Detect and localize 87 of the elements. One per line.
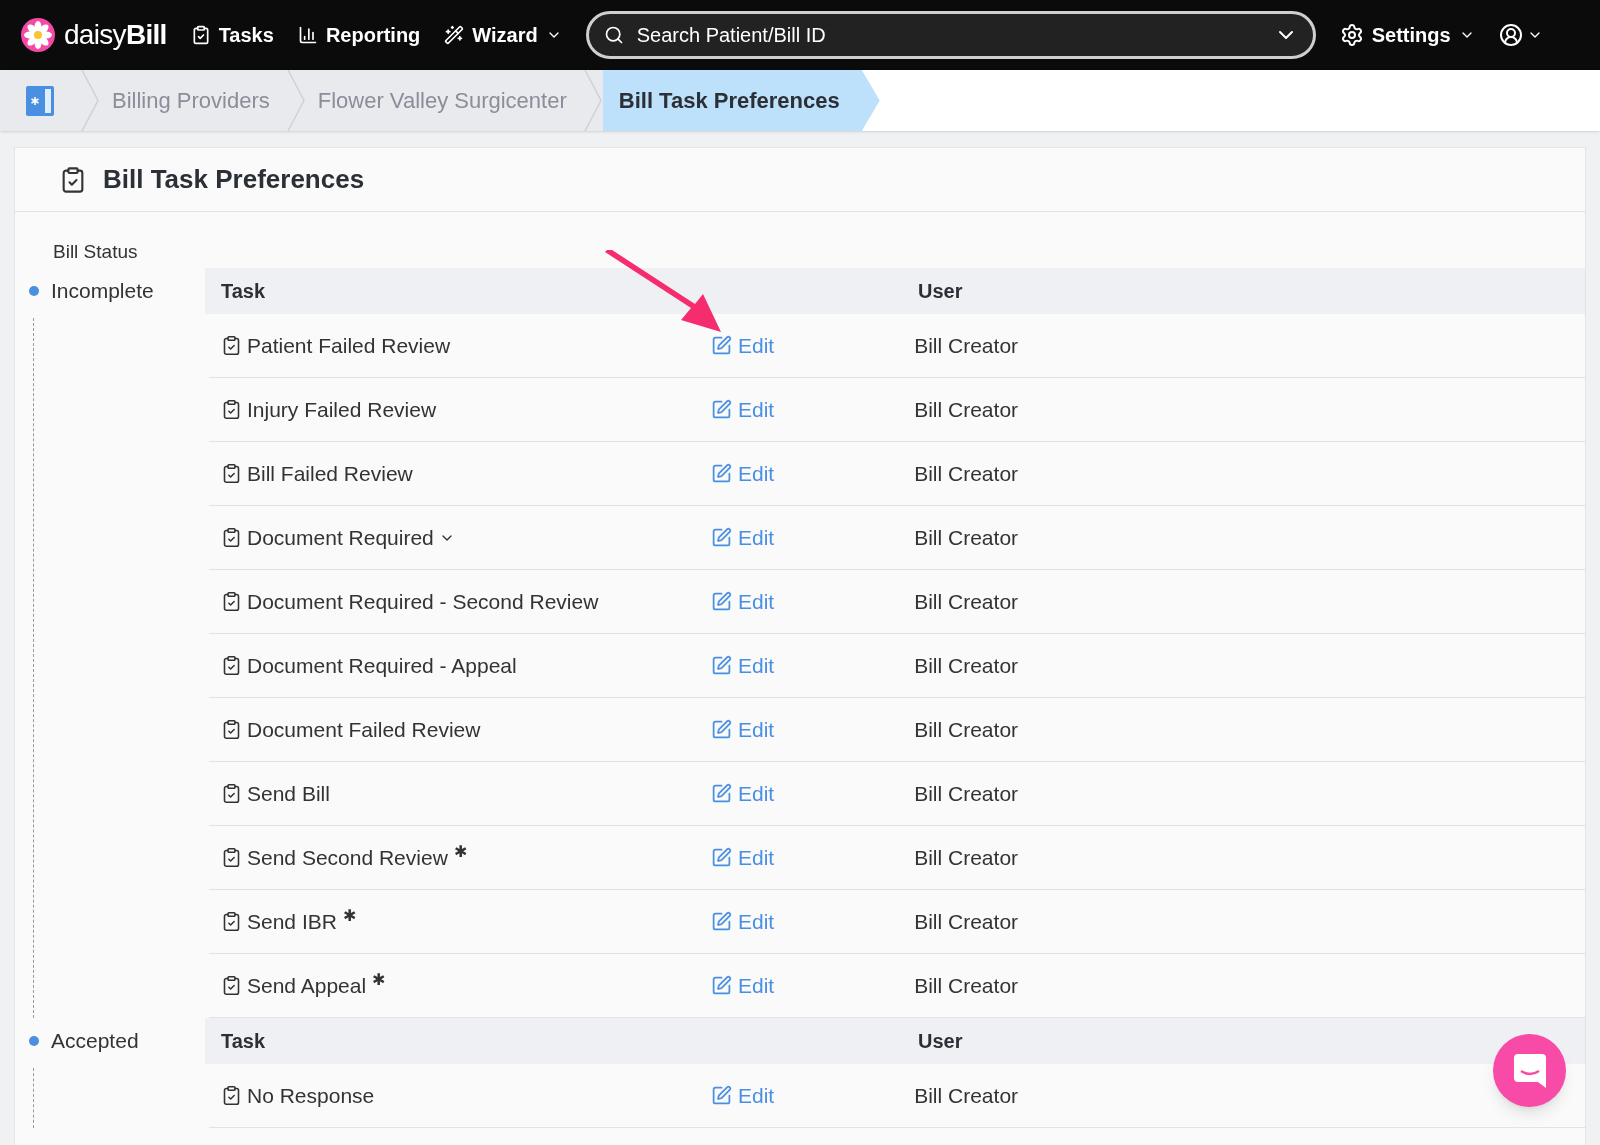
clipboard-icon: [221, 975, 242, 996]
edit-icon: [711, 911, 732, 932]
edit-icon: [711, 335, 732, 356]
user-name: Bill Creator: [914, 524, 1019, 551]
task-name: Document Required - Appeal: [247, 652, 517, 679]
user-name: Bill Creator: [914, 1082, 1019, 1109]
user-name: Bill Creator: [914, 652, 1019, 679]
clipboard-icon: [221, 1085, 242, 1106]
clipboard-icon: [221, 335, 242, 356]
settings-menu[interactable]: Settings: [1339, 20, 1475, 50]
edit-link[interactable]: Edit: [711, 905, 775, 938]
task-name: Injury Failed Review: [247, 396, 437, 423]
edit-icon: [711, 591, 732, 612]
clipboard-icon: [221, 719, 242, 740]
task-name: Patient Failed Review: [247, 332, 451, 359]
edit-icon: [711, 399, 732, 420]
table-column-header: User: [918, 1029, 963, 1054]
user-name: Bill Creator: [914, 332, 1019, 359]
edit-link[interactable]: Edit: [711, 457, 775, 490]
column-heading: Bill Status: [53, 240, 138, 264]
search-field[interactable]: Search Patient/Bill ID: [585, 11, 1316, 59]
nav-menu-item[interactable]: Tasks: [190, 20, 274, 50]
chat-icon: [1513, 1053, 1546, 1088]
task-name: Bill Failed Review: [247, 460, 413, 487]
document-icon: [25, 84, 55, 117]
edit-link[interactable]: Edit: [711, 329, 775, 362]
user-avatar-icon: [1498, 23, 1523, 47]
clipboard-icon: [221, 655, 242, 676]
task-name: Document Failed Review: [247, 716, 481, 743]
edit-icon: [711, 719, 732, 740]
edit-link[interactable]: Edit: [711, 777, 775, 810]
edit-icon: [711, 527, 732, 548]
magic-wand-icon: [444, 25, 465, 45]
clipboard-icon: [221, 527, 242, 548]
table-column-header: Task: [221, 279, 267, 304]
page-title: Bill Task Preferences: [103, 163, 365, 196]
edit-link[interactable]: Edit: [711, 521, 775, 554]
task-name: Document Required - Second Review: [247, 588, 599, 615]
breadcrumb-item[interactable]: Flower Valley Surgicenter: [305, 70, 583, 131]
task-name: Document Required: [247, 524, 434, 551]
clipboard-icon: [221, 911, 242, 932]
settings-icon: [1339, 23, 1364, 47]
edit-link[interactable]: Edit: [711, 1079, 775, 1112]
task-name: Send IBR $^{✱}$: [247, 905, 356, 935]
edit-link[interactable]: Edit: [711, 585, 775, 618]
flower-logo-icon: [20, 17, 56, 53]
breadcrumb-item[interactable]: Bill Task Preferences: [602, 70, 880, 131]
nav-menu-item[interactable]: Wizard: [444, 20, 562, 50]
edit-icon: [711, 783, 732, 804]
edit-icon: [711, 655, 732, 676]
status-label: Incomplete: [51, 278, 154, 305]
table-column-header: User: [918, 279, 963, 304]
nav-menu-item[interactable]: Reporting: [297, 20, 421, 50]
edit-icon: [711, 463, 732, 484]
user-name: Bill Creator: [914, 588, 1019, 615]
user-name: Bill Creator: [914, 972, 1019, 999]
edit-icon: [711, 1085, 732, 1106]
user-name: Bill Creator: [914, 844, 1019, 871]
task-name: Send Appeal $^{✱}$: [247, 969, 385, 999]
task-name: Send Bill: [247, 780, 330, 807]
clipboard-icon: [221, 399, 242, 420]
bar-chart-icon: [297, 25, 318, 45]
breadcrumb-item[interactable]: Billing Providers: [100, 70, 286, 131]
user-name: Bill Creator: [914, 460, 1019, 487]
user-name: Bill Creator: [914, 780, 1019, 807]
clipboard-icon: [221, 783, 242, 804]
user-name: Bill Creator: [914, 716, 1019, 743]
edit-icon: [711, 847, 732, 868]
search-icon: [603, 25, 624, 45]
user-name: Bill Creator: [914, 908, 1019, 935]
edit-link[interactable]: Edit: [711, 969, 775, 1002]
logo-wordmark: daisyBill: [64, 18, 167, 52]
edit-icon: [711, 975, 732, 996]
clipboard-icon: [221, 847, 242, 868]
user-name: Bill Creator: [914, 396, 1019, 423]
task-name: Send Second Review $^{✱}$: [247, 841, 467, 871]
edit-link[interactable]: Edit: [711, 713, 775, 746]
edit-link[interactable]: Edit: [711, 649, 775, 682]
chevron-separator-icon: [582, 70, 603, 131]
edit-link[interactable]: Edit: [711, 841, 775, 874]
clipboard-icon: [221, 463, 242, 484]
status-label: Accepted: [51, 1028, 139, 1055]
breadcrumb-home[interactable]: [0, 70, 80, 131]
clipboard-icon: [221, 591, 242, 612]
table-column-header: Task: [221, 1029, 267, 1054]
edit-link[interactable]: Edit: [711, 393, 775, 426]
task-name: No Response: [247, 1082, 375, 1109]
